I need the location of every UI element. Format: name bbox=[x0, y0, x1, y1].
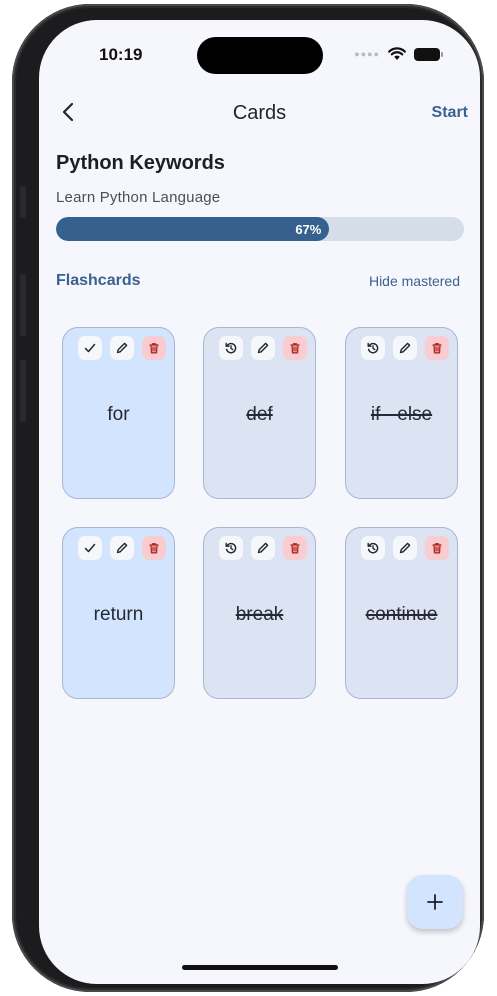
pencil-icon bbox=[116, 342, 128, 354]
card-actions bbox=[219, 536, 307, 560]
undo-icon bbox=[225, 342, 237, 354]
check-icon bbox=[84, 543, 96, 553]
hide-mastered-button[interactable]: Hide mastered bbox=[369, 273, 460, 289]
start-button[interactable]: Start bbox=[432, 104, 468, 122]
reset-card-button[interactable] bbox=[219, 536, 243, 560]
progress-label: 67% bbox=[295, 221, 322, 237]
silent-switch bbox=[20, 186, 26, 218]
home-indicator bbox=[182, 965, 338, 970]
delete-card-button[interactable] bbox=[142, 336, 166, 360]
section-title: Flashcards bbox=[56, 272, 141, 289]
signal-dots-icon: ●●●● bbox=[354, 49, 380, 59]
flashcard[interactable]: break bbox=[203, 527, 316, 699]
plus-icon bbox=[427, 894, 443, 910]
volume-up-button bbox=[20, 274, 26, 336]
card-actions bbox=[219, 336, 307, 360]
flashcard[interactable]: continue bbox=[345, 527, 458, 699]
card-actions bbox=[78, 536, 166, 560]
phone-frame: 10:19 ●●●● Cards Start Python Keywords L… bbox=[12, 4, 484, 992]
card-word: continue bbox=[365, 604, 438, 625]
mark-mastered-button[interactable] bbox=[78, 536, 102, 560]
edit-card-button[interactable] bbox=[251, 336, 275, 360]
card-word: break bbox=[235, 604, 284, 625]
dynamic-island bbox=[197, 37, 323, 74]
add-card-button[interactable] bbox=[407, 875, 463, 929]
volume-down-button bbox=[20, 360, 26, 422]
flashcard[interactable]: return bbox=[62, 527, 175, 699]
flashcard[interactable]: for bbox=[62, 327, 175, 499]
delete-card-button[interactable] bbox=[283, 536, 307, 560]
deck-title: Python Keywords bbox=[56, 152, 225, 174]
card-word: def bbox=[246, 404, 273, 425]
undo-icon bbox=[367, 342, 379, 354]
card-word: for bbox=[107, 404, 130, 425]
pencil-icon bbox=[257, 542, 269, 554]
edit-card-button[interactable] bbox=[110, 536, 134, 560]
card-actions bbox=[361, 336, 449, 360]
trash-icon bbox=[290, 543, 300, 554]
card-word: return bbox=[93, 604, 144, 625]
reset-card-button[interactable] bbox=[361, 336, 385, 360]
progress-fill: 67% bbox=[56, 217, 330, 241]
pencil-icon bbox=[399, 542, 411, 554]
mark-mastered-button[interactable] bbox=[78, 336, 102, 360]
delete-card-button[interactable] bbox=[425, 536, 449, 560]
wifi-icon bbox=[388, 47, 406, 60]
status-icons: ●●●● bbox=[354, 47, 443, 61]
pencil-icon bbox=[257, 342, 269, 354]
check-icon bbox=[84, 343, 96, 353]
trash-icon bbox=[432, 343, 442, 354]
edit-card-button[interactable] bbox=[393, 536, 417, 560]
trash-icon bbox=[149, 543, 159, 554]
flashcard[interactable]: if - else bbox=[345, 327, 458, 499]
card-actions bbox=[78, 336, 166, 360]
undo-icon bbox=[367, 542, 379, 554]
status-time: 10:19 bbox=[99, 45, 143, 64]
card-word: if - else bbox=[370, 404, 433, 425]
progress-bar: 67% bbox=[56, 217, 464, 241]
edit-card-button[interactable] bbox=[251, 536, 275, 560]
section-header: Flashcards Hide mastered bbox=[56, 272, 460, 294]
nav-bar: Cards Start bbox=[39, 96, 480, 132]
trash-icon bbox=[149, 343, 159, 354]
flashcard[interactable]: def bbox=[203, 327, 316, 499]
reset-card-button[interactable] bbox=[361, 536, 385, 560]
pencil-icon bbox=[399, 342, 411, 354]
card-actions bbox=[361, 536, 449, 560]
battery-icon bbox=[414, 47, 443, 61]
pencil-icon bbox=[116, 542, 128, 554]
screen: 10:19 ●●●● Cards Start Python Keywords L… bbox=[39, 20, 480, 984]
deck-subtitle: Learn Python Language bbox=[56, 189, 221, 206]
reset-card-button[interactable] bbox=[219, 336, 243, 360]
page-title: Cards bbox=[232, 102, 287, 124]
flashcard-grid: for def if - else return break continue bbox=[62, 327, 458, 699]
edit-card-button[interactable] bbox=[110, 336, 134, 360]
edit-card-button[interactable] bbox=[393, 336, 417, 360]
undo-icon bbox=[225, 542, 237, 554]
trash-icon bbox=[432, 543, 442, 554]
delete-card-button[interactable] bbox=[142, 536, 166, 560]
trash-icon bbox=[290, 343, 300, 354]
delete-card-button[interactable] bbox=[283, 336, 307, 360]
delete-card-button[interactable] bbox=[425, 336, 449, 360]
